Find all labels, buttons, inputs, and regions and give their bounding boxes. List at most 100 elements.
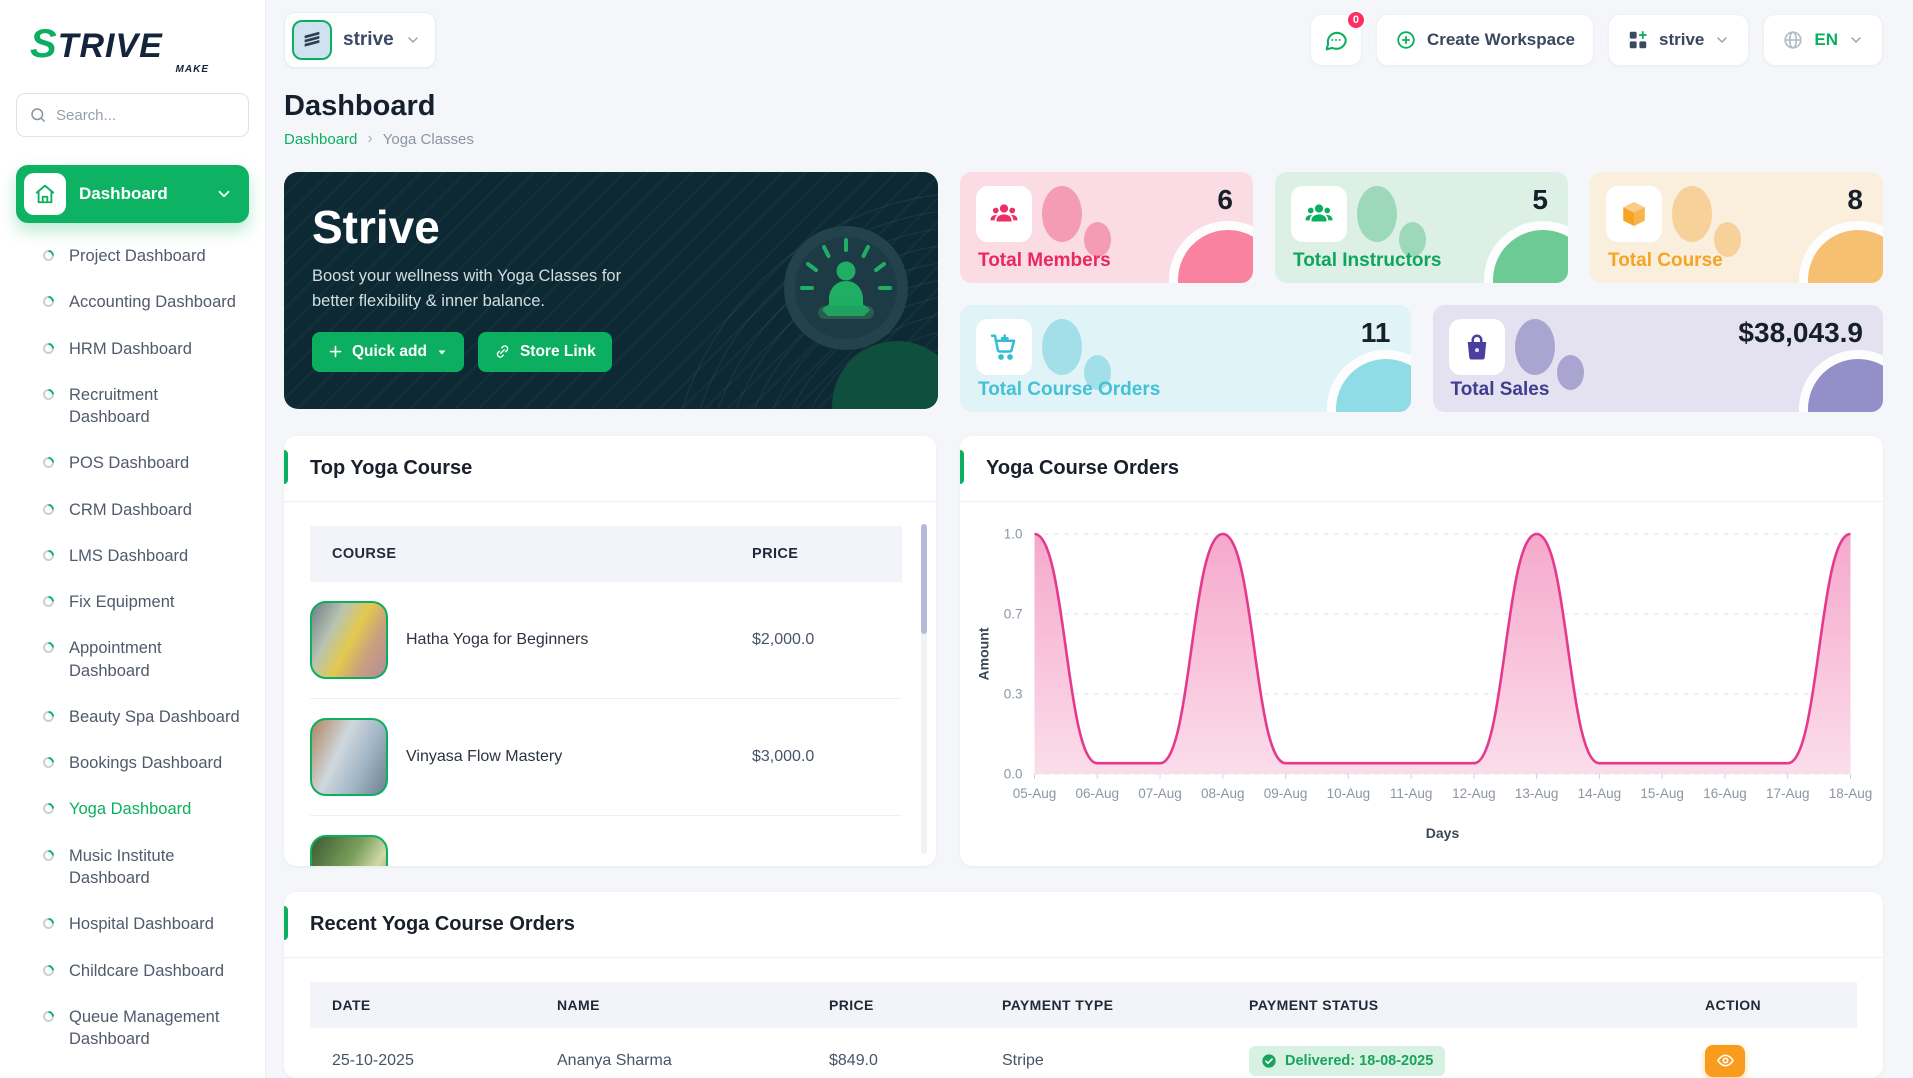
sidebar-item-queue-management-dashboard[interactable]: Queue Management Dashboard	[16, 994, 249, 1063]
brand-tagline: MAKE	[175, 64, 209, 75]
stat-card-total-members: 6 Total Members	[960, 172, 1253, 283]
sidebar-item-fix-equipment[interactable]: Fix Equipment	[16, 579, 249, 625]
language-selector[interactable]: EN	[1763, 14, 1883, 66]
sidebar-group-dashboard[interactable]: Dashboard	[16, 165, 249, 223]
home-icon	[24, 173, 66, 215]
store-link-button[interactable]: Store Link	[477, 331, 612, 372]
sidebar-item-label: POS Dashboard	[69, 454, 190, 473]
decor-blob	[1556, 355, 1584, 390]
workspace-tile-icon	[292, 20, 332, 60]
sidebar-item-label: Appointment Dashboard	[69, 639, 162, 680]
dashboard-bullet-icon	[40, 915, 57, 932]
eye-icon	[1716, 1051, 1735, 1070]
workspace-chip[interactable]: strive	[284, 12, 436, 68]
quick-add-button[interactable]: Quick add	[312, 331, 464, 372]
svg-text:Amount: Amount	[976, 627, 992, 680]
sidebar-item-hrm-dashboard[interactable]: HRM Dashboard	[16, 326, 249, 372]
svg-text:09-Aug: 09-Aug	[1264, 786, 1308, 801]
stat-label: Total Instructors	[1293, 250, 1442, 271]
sales-icon	[1448, 319, 1505, 375]
hero-title: Strive	[312, 201, 440, 253]
sidebar-item-recruitment-dashboard[interactable]: Recruitment Dashboard	[16, 372, 249, 441]
course-cell: Advanced Vinyasa Flow Mastery	[310, 835, 752, 866]
course-name: Vinyasa Flow Mastery	[406, 748, 563, 765]
sidebar-items: Project Dashboard Accounting Dashboard HRM…	[16, 233, 249, 1078]
sidebar-item-hospital-dashboard[interactable]: Hospital Dashboard	[16, 901, 249, 947]
breadcrumb-separator: ›	[367, 130, 373, 147]
column-price: PRICE	[752, 546, 799, 562]
decor-blob	[1357, 186, 1397, 242]
course-orders-icon	[976, 319, 1032, 375]
hero-stats-row: Strive Boost your wellness with Yoga Cla…	[284, 172, 1883, 412]
sidebar-item-beauty-spa-dashboard[interactable]: Beauty Spa Dashboard	[16, 694, 249, 740]
svg-text:11-Aug: 11-Aug	[1390, 786, 1433, 801]
sidebar-item-accounting-dashboard[interactable]: Accounting Dashboard	[16, 279, 249, 325]
sidebar-item-label: Beauty Spa Dashboard	[69, 707, 240, 726]
course-name: Advanced Vinyasa Flow Mastery	[406, 865, 638, 866]
yoga-dashboard-app: STRIVE MAKE Dashboard Project Dashboard A…	[0, 0, 1913, 1078]
sidebar-item-pos-dashboard[interactable]: POS Dashboard	[16, 440, 249, 486]
course-table-header: COURSE PRICE	[310, 526, 902, 582]
stat-label: Total Members	[978, 250, 1111, 271]
order-payment-status: Delivered: 18-08-2025	[1227, 1045, 1683, 1076]
sidebar-item-label: CRM Dashboard	[69, 500, 192, 519]
svg-text:0.7: 0.7	[1004, 607, 1023, 622]
course-scrollbar-thumb[interactable]	[921, 524, 927, 634]
instructors-icon	[1291, 186, 1347, 242]
stat-value: $38,043.9	[1738, 317, 1863, 348]
sidebar-item-crm-dashboard[interactable]: CRM Dashboard	[16, 487, 249, 533]
dashboard-bullet-icon	[40, 547, 57, 564]
dashboard-bullet-icon	[40, 501, 57, 517]
dashboard-bullet-icon	[40, 847, 57, 863]
course-price: $2,000.0	[752, 631, 815, 648]
sidebar-item-music-institute-dashboard[interactable]: Music Institute Dashboard	[16, 833, 249, 902]
sidebar-item-label: Tattoo Studio	[69, 1074, 165, 1078]
chevron-down-icon	[215, 185, 233, 203]
stat-card-total-course: 8 Total Course	[1590, 172, 1883, 283]
workspace-switcher[interactable]: strive	[1608, 14, 1750, 66]
order-payment-type: Stripe	[1002, 1051, 1044, 1069]
sidebar-item-label: Accounting Dashboard	[69, 293, 236, 312]
svg-text:05-Aug: 05-Aug	[1013, 786, 1057, 801]
sidebar-item-bookings-dashboard[interactable]: Bookings Dashboard	[16, 740, 249, 786]
sidebar-item-project-dashboard[interactable]: Project Dashboard	[16, 233, 249, 279]
order-action	[1683, 1044, 1857, 1077]
course-row: Hatha Yoga for Beginners $2,000.0	[310, 582, 902, 699]
svg-text:16-Aug: 16-Aug	[1703, 786, 1747, 801]
decor-blob	[1514, 319, 1555, 375]
breadcrumb-dashboard[interactable]: Dashboard	[284, 131, 357, 148]
decor-blob	[1042, 186, 1082, 242]
yoga-course-orders-header: Yoga Course Orders	[960, 436, 1883, 502]
members-icon	[976, 186, 1032, 242]
sidebar-item-lms-dashboard[interactable]: LMS Dashboard	[16, 533, 249, 579]
brand-logo-text: STRIVE	[30, 22, 163, 66]
search-input[interactable]	[56, 106, 236, 124]
sidebar-item-label: Project Dashboard	[69, 247, 206, 265]
sidebar-item-label: Music Institute Dashboard	[69, 846, 175, 887]
sidebar-item-appointment-dashboard[interactable]: Appointment Dashboard	[16, 625, 249, 694]
create-workspace-button[interactable]: Create Workspace	[1375, 14, 1594, 66]
course-row: Advanced Vinyasa Flow Mastery $150.0	[310, 816, 902, 866]
sidebar-item-childcare-dashboard[interactable]: Childcare Dashboard	[16, 948, 249, 994]
recent-orders-header: Recent Yoga Course Orders	[284, 892, 1883, 958]
dashboard-bullet-icon	[40, 640, 57, 656]
sidebar-item-label: Hospital Dashboard	[69, 915, 214, 934]
dashboard-bullet-icon	[40, 708, 57, 725]
main-area: strive 0 Create Workspace strive EN Dash…	[266, 0, 1913, 1078]
breadcrumb-current: Yoga Classes	[382, 130, 474, 148]
svg-text:13-Aug: 13-Aug	[1515, 786, 1559, 801]
stat-label: Total Course	[1608, 250, 1723, 271]
sidebar-item-tattoo-studio[interactable]: Tattoo Studio	[16, 1062, 249, 1078]
page-title: Dashboard	[284, 90, 436, 122]
course-image	[310, 601, 388, 679]
sidebar-item-yoga-dashboard[interactable]: Yoga Dashboard	[16, 786, 249, 832]
view-order-button[interactable]	[1705, 1044, 1745, 1077]
dashboard-bullet-icon	[40, 455, 57, 471]
recent-orders-card: Recent Yoga Course Orders DATE NAME PRICE P…	[284, 892, 1883, 1078]
column-payment-type: PAYMENT TYPE	[1002, 997, 1114, 1013]
dashboard-bullet-icon	[40, 1008, 57, 1025]
breadcrumb: Dashboard › Yoga Classes	[284, 130, 1883, 148]
decor-corner	[1484, 221, 1568, 283]
chat-button[interactable]: 0	[1309, 10, 1366, 66]
sidebar-item-label: Recruitment Dashboard	[69, 385, 158, 427]
